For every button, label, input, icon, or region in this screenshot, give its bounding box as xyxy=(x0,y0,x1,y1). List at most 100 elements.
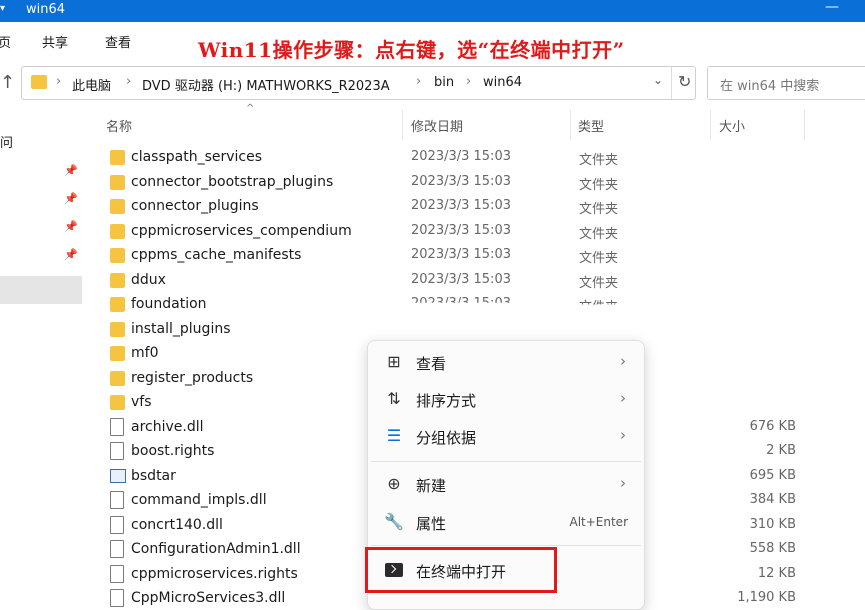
sort-ascending-icon: ^ xyxy=(246,103,255,114)
up-arrow-icon[interactable]: ↑ xyxy=(0,72,15,93)
context-item-view[interactable]: ⊞ 查看 › xyxy=(368,345,644,379)
file-row[interactable]: classpath_services 2023/3/3 15:03 文件夹 xyxy=(100,146,860,170)
minimize-button[interactable]: — xyxy=(825,0,839,15)
folder-icon xyxy=(31,75,47,89)
file-size: 676 KB xyxy=(749,418,796,434)
pin-icon[interactable]: 📌 xyxy=(64,164,78,177)
column-header-date[interactable]: 修改日期 xyxy=(411,116,463,135)
wrench-icon: 🔧 xyxy=(384,512,404,531)
file-name: ConfigurationAdmin1.dll xyxy=(131,541,301,557)
window-title: win64 xyxy=(26,2,66,17)
folder-icon xyxy=(110,370,125,386)
file-name: install_plugins xyxy=(131,320,231,337)
nav-item-selected[interactable] xyxy=(0,276,82,304)
file-name: connector_bootstrap_plugins xyxy=(131,173,334,190)
context-item-label: 查看 xyxy=(416,355,447,373)
file-type: 文件夹 xyxy=(579,177,619,193)
folder-icon xyxy=(110,223,125,239)
breadcrumb-this-pc[interactable]: 此电脑 xyxy=(72,75,111,94)
file-name: bsdtar xyxy=(131,467,176,484)
chevron-right-icon: › xyxy=(620,389,626,407)
breadcrumb-separator: › xyxy=(56,74,62,89)
menu-item-view[interactable]: 查看 xyxy=(105,32,131,51)
navigation-pane: 问 📌 📌 📌 📌 xyxy=(0,100,85,608)
file-date: 2023/3/3 15:03 xyxy=(411,271,511,287)
context-item-label: 新建 xyxy=(416,477,447,495)
context-item-label: 属性 xyxy=(416,515,447,533)
file-size: 2 KB xyxy=(766,443,796,458)
breadcrumb-dvd-drive[interactable]: DVD 驱动器 (H:) MATHWORKS_R2023A xyxy=(142,75,390,94)
file-date: 2023/3/3 15:03 xyxy=(411,198,511,213)
file-type: 文件夹 xyxy=(579,251,619,266)
breadcrumb-separator: › xyxy=(126,74,132,89)
menu-item-share[interactable]: 共享 xyxy=(42,32,68,51)
file-type: 文件夹 xyxy=(579,153,619,168)
file-date: 2023/3/3 15:03 xyxy=(411,173,511,189)
file-name: classpath_services xyxy=(131,149,263,165)
file-size: 558 KB xyxy=(749,541,796,556)
context-item-group[interactable]: ☰ 分组依据 › xyxy=(368,419,644,453)
column-headers: ^ 名称 修改日期 类型 大小 xyxy=(100,103,865,140)
breadcrumb-separator: › xyxy=(466,74,472,89)
file-name: cppmicroservices.rights xyxy=(131,565,298,582)
file-name: ddux xyxy=(131,271,166,288)
search-input[interactable]: 在 win64 中搜索 xyxy=(707,66,865,100)
file-size: 12 KB xyxy=(757,565,796,581)
breadcrumb-win64[interactable]: win64 xyxy=(483,75,522,90)
file-icon xyxy=(110,515,124,534)
file-row[interactable]: connector_plugins 2023/3/3 15:03 文件夹 xyxy=(100,195,860,219)
folder-icon xyxy=(110,321,125,337)
file-name: cppmicroservices_compendium xyxy=(131,222,352,239)
column-header-type[interactable]: 类型 xyxy=(578,116,604,135)
address-divider xyxy=(671,67,672,99)
pin-icon[interactable]: 📌 xyxy=(64,192,78,205)
file-type: 文件夹 xyxy=(579,300,619,315)
column-divider[interactable] xyxy=(402,110,403,140)
context-item-properties[interactable]: 🔧 属性 Alt+Enter xyxy=(368,505,644,539)
file-name: register_products xyxy=(131,369,254,386)
folder-icon xyxy=(110,395,125,410)
menu-separator xyxy=(371,545,641,546)
file-type: 文件夹 xyxy=(579,202,619,217)
context-item-label: 分组依据 xyxy=(416,429,477,447)
pin-icon[interactable]: 📌 xyxy=(64,220,78,233)
chevron-down-icon[interactable]: ⌄ xyxy=(653,73,663,87)
pin-icon[interactable]: 📌 xyxy=(64,248,78,261)
file-row[interactable]: cppmicroservices_compendium 2023/3/3 15:0… xyxy=(100,220,860,244)
context-item-new[interactable]: ⊕ 新建 › xyxy=(368,467,644,501)
group-icon: ☰ xyxy=(386,426,402,445)
context-item-sort[interactable]: ⇅ 排序方式 › xyxy=(368,382,644,416)
nav-item-label[interactable]: 问 xyxy=(0,132,13,151)
refresh-icon[interactable]: ↻ xyxy=(678,72,691,91)
column-header-name[interactable]: 名称 xyxy=(106,116,132,135)
sort-icon: ⇅ xyxy=(387,389,401,408)
file-name: connector_plugins xyxy=(131,198,259,214)
grid-icon: ⊞ xyxy=(387,352,401,371)
file-row[interactable]: foundation 2023/3/3 15:03 文件夹 xyxy=(100,293,860,317)
folder-icon xyxy=(110,297,125,312)
address-bar[interactable]: › 此电脑 › DVD 驱动器 (H:) MATHWORKS_R2023A › … xyxy=(21,66,696,100)
column-divider[interactable] xyxy=(570,110,571,140)
column-divider[interactable] xyxy=(804,110,805,140)
column-header-size[interactable]: 大小 xyxy=(719,116,745,135)
menu-item-file[interactable]: 页 xyxy=(0,32,11,51)
file-icon xyxy=(110,540,124,558)
file-row[interactable]: ddux 2023/3/3 15:03 文件夹 xyxy=(100,269,860,293)
file-date: 2023/3/3 15:03 xyxy=(411,247,511,262)
file-row[interactable]: cppms_cache_manifests 2023/3/3 15:03 文件夹 xyxy=(100,244,860,268)
system-menu-icon[interactable]: ▾ xyxy=(0,3,5,14)
file-name: foundation xyxy=(131,296,207,312)
file-type: 文件夹 xyxy=(579,275,619,291)
folder-icon xyxy=(110,199,125,214)
breadcrumb-bin[interactable]: bin xyxy=(434,75,454,90)
file-name: cppms_cache_manifests xyxy=(131,247,302,263)
file-row[interactable]: install_plugins xyxy=(100,318,860,342)
column-divider[interactable] xyxy=(710,110,711,140)
file-date: 2023/3/3 15:03 xyxy=(411,296,511,311)
file-icon xyxy=(110,491,124,509)
file-row[interactable]: connector_bootstrap_plugins 2023/3/3 15:0… xyxy=(100,171,860,195)
context-item-label: 排序方式 xyxy=(416,392,477,410)
file-size: 695 KB xyxy=(749,467,796,483)
search-placeholder: 在 win64 中搜索 xyxy=(720,79,820,94)
file-date: 2023/3/3 15:03 xyxy=(411,222,511,238)
